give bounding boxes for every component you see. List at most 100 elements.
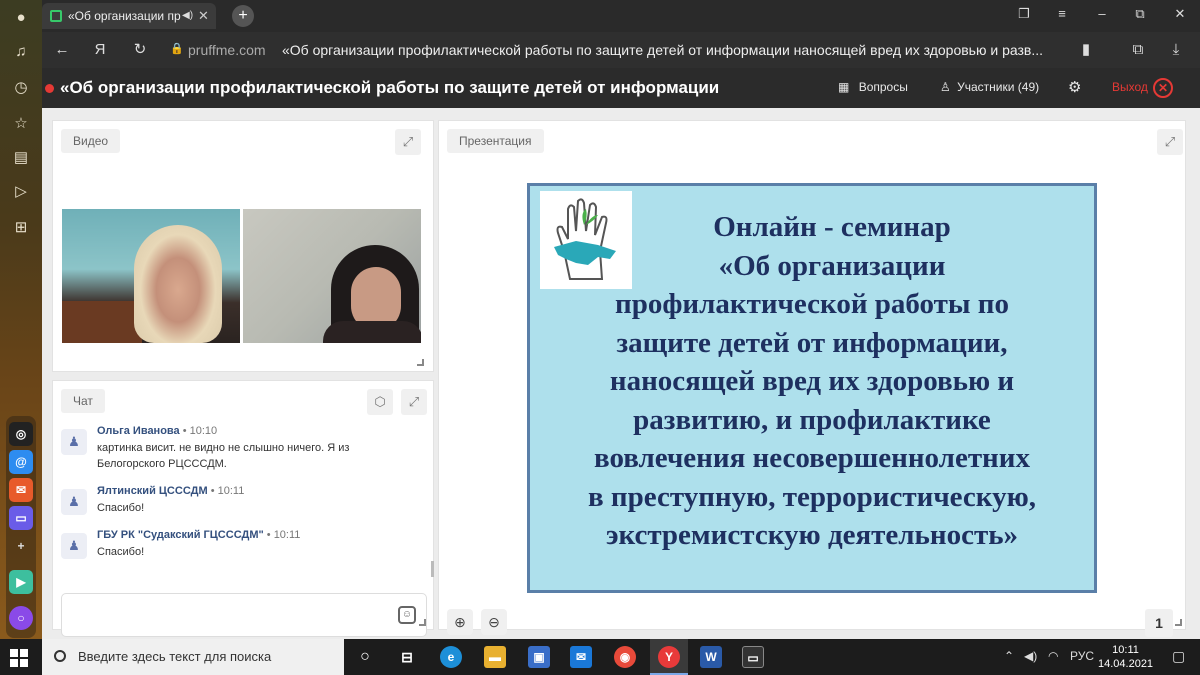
wifi-icon[interactable]: ◠ bbox=[1048, 649, 1058, 663]
cortana-icon[interactable]: ○ bbox=[354, 646, 376, 668]
participants-label: Участники (49) bbox=[957, 80, 1040, 94]
participants-button[interactable]: ♙ Участники (49) bbox=[940, 80, 1039, 94]
slide-text: Онлайн - семинар «Об организации профила… bbox=[530, 208, 1094, 555]
address-bar: ← Я ↻ 🔒 pruffme.com «Об организации проф… bbox=[42, 32, 1200, 68]
language-indicator[interactable]: РУС bbox=[1070, 649, 1094, 663]
message-time: • 10:11 bbox=[210, 485, 245, 497]
exit-label[interactable]: Выход bbox=[1112, 80, 1148, 94]
expand-video-icon[interactable]: ⤢ bbox=[395, 129, 421, 155]
taskbar-search-placeholder: Введите здесь текст для поиска bbox=[78, 649, 272, 664]
message-time: • 10:11 bbox=[266, 529, 301, 541]
mail-icon[interactable]: ✉ bbox=[570, 646, 592, 668]
resize-handle-icon[interactable] bbox=[419, 619, 426, 626]
yandex-browser-icon[interactable]: Y bbox=[650, 639, 688, 675]
download-icon[interactable]: ⤓ bbox=[1166, 40, 1186, 60]
questions-icon: ▦ bbox=[838, 80, 850, 94]
resize-handle-icon[interactable] bbox=[417, 359, 424, 366]
slide-line: развитию, и профилактике bbox=[633, 403, 991, 436]
message-author: Ялтинский ЦСССДМ bbox=[97, 485, 208, 497]
emoji-icon[interactable]: ☺ bbox=[398, 606, 416, 624]
url-page-title[interactable]: «Об организации профилактической работы … bbox=[282, 42, 1062, 58]
edge-icon[interactable]: e bbox=[440, 646, 462, 668]
lock-icon[interactable]: 🔒 bbox=[170, 42, 184, 56]
word-icon[interactable]: W bbox=[700, 646, 722, 668]
chrome-icon[interactable]: ◉ bbox=[614, 646, 636, 668]
extensions-icon[interactable]: ⧉ bbox=[1128, 40, 1148, 60]
message-text: Спасибо! bbox=[97, 502, 145, 514]
user-avatar-icon: ♟ bbox=[61, 429, 87, 455]
tab-sound-icon[interactable]: ◀) bbox=[182, 3, 193, 29]
clock-time: 10:11 bbox=[1112, 644, 1139, 656]
collections-icon[interactable]: ▤ bbox=[9, 146, 33, 170]
expand-presentation-icon[interactable]: ⤢ bbox=[1157, 129, 1183, 155]
cube-icon[interactable]: ⬡ bbox=[367, 389, 393, 415]
mail-at-icon[interactable]: @ bbox=[9, 450, 33, 474]
taskbar-clock[interactable]: 10:11 14.04.2021 bbox=[1098, 643, 1153, 671]
add-app-icon[interactable]: + bbox=[9, 534, 33, 558]
back-arrow-icon[interactable]: ← bbox=[52, 40, 72, 60]
chat-panel-label: Чат bbox=[61, 389, 105, 413]
apps-grid-icon[interactable]: ⊞ bbox=[9, 216, 33, 240]
video-participant bbox=[134, 225, 222, 343]
mail-envelope-icon[interactable]: ✉ bbox=[9, 478, 33, 502]
url-host[interactable]: pruffme.com bbox=[188, 42, 266, 58]
presentation-panel: Презентация ⤢ Онлайн - семинар «Об орган… bbox=[438, 120, 1186, 637]
history-icon[interactable]: ◷ bbox=[9, 76, 33, 100]
chat-input[interactable]: ☺ bbox=[61, 593, 427, 637]
store-icon[interactable]: ▣ bbox=[528, 646, 550, 668]
message-author: Ольга Иванова bbox=[97, 425, 180, 437]
video-panel: Видео ⤢ bbox=[52, 120, 434, 372]
windows-start-icon[interactable] bbox=[10, 649, 28, 667]
play-icon[interactable]: ▷ bbox=[9, 180, 33, 204]
message-text: Спасибо! bbox=[97, 546, 145, 558]
app-icon-1[interactable]: ◎ bbox=[9, 422, 33, 446]
yandex-logo-icon[interactable]: Я bbox=[90, 40, 110, 60]
chat-scrollbar[interactable] bbox=[431, 561, 434, 577]
video-panel-label: Видео bbox=[61, 129, 121, 153]
user-avatar-icon: ♟ bbox=[61, 533, 87, 559]
bookmarks-star-icon[interactable]: ☆ bbox=[9, 112, 33, 136]
video-feed-2[interactable] bbox=[243, 209, 421, 343]
exit-close-icon[interactable]: ✕ bbox=[1153, 78, 1173, 98]
profile-icon[interactable]: ● bbox=[9, 6, 33, 30]
tray-chevron-icon[interactable]: ⌃ bbox=[1004, 649, 1014, 663]
notifications-icon[interactable]: ▢ bbox=[1172, 648, 1185, 665]
volume-icon[interactable]: ◀) bbox=[1024, 649, 1037, 663]
task-view-icon[interactable]: ⊟ bbox=[396, 646, 418, 668]
zoom-out-icon[interactable]: ⊖ bbox=[481, 609, 507, 635]
new-tab-button[interactable]: + bbox=[232, 5, 254, 27]
reload-icon[interactable]: ↻ bbox=[130, 40, 150, 60]
search-icon bbox=[54, 650, 66, 662]
settings-gear-icon[interactable]: ⚙ bbox=[1068, 78, 1081, 96]
main-area: Видео ⤢ Чат ⬡ ⤢ ♟ Ольга Иванова • 10:10 … bbox=[42, 108, 1200, 639]
file-explorer-icon[interactable]: ▬ bbox=[484, 646, 506, 668]
tab-manager-icon[interactable]: ❐ bbox=[1014, 6, 1034, 22]
slide-line: вовлечения несовершеннолетних bbox=[594, 442, 1030, 474]
bell-icon[interactable]: ♫ bbox=[9, 40, 33, 64]
tab-title: «Об организации пр bbox=[68, 9, 181, 23]
sidebar-apps: ◎ @ ✉ ▭ + ▶ ○ bbox=[6, 416, 36, 638]
video-feed-1[interactable] bbox=[62, 209, 240, 343]
browser-tab[interactable]: «Об организации пр ◀) ✕ bbox=[42, 3, 216, 29]
taskbar-search[interactable]: Введите здесь текст для поиска bbox=[42, 639, 344, 675]
menu-icon[interactable]: ≡ bbox=[1052, 6, 1072, 21]
slide-line: «Об организации bbox=[718, 249, 946, 282]
zoom-in-icon[interactable]: ⊕ bbox=[447, 609, 473, 635]
windows-taskbar: Введите здесь текст для поиска ○ ⊟ e ▬ ▣… bbox=[0, 639, 1200, 675]
questions-button[interactable]: ▦ Вопросы bbox=[838, 80, 908, 94]
resize-handle-icon[interactable] bbox=[1175, 619, 1182, 626]
bookmark-icon[interactable]: ▮ bbox=[1076, 40, 1096, 60]
slide-line: наносящей вред их здоровью и bbox=[609, 365, 1015, 397]
tab-close-icon[interactable]: ✕ bbox=[198, 3, 209, 29]
messenger-icon[interactable]: ▭ bbox=[9, 506, 33, 530]
terminal-icon[interactable]: ▭ bbox=[742, 646, 764, 668]
user-icon: ♙ bbox=[940, 80, 951, 94]
minimize-icon[interactable]: – bbox=[1092, 6, 1112, 21]
presentation-panel-label: Презентация bbox=[447, 129, 544, 153]
restore-icon[interactable]: ⧉ bbox=[1130, 6, 1150, 22]
alice-assistant-icon[interactable]: ○ bbox=[9, 606, 33, 630]
expand-chat-icon[interactable]: ⤢ bbox=[401, 389, 427, 415]
slide-line: защите детей от информации, bbox=[616, 326, 1008, 359]
close-window-icon[interactable]: ✕ bbox=[1170, 6, 1190, 22]
send-app-icon[interactable]: ▶ bbox=[9, 570, 33, 594]
